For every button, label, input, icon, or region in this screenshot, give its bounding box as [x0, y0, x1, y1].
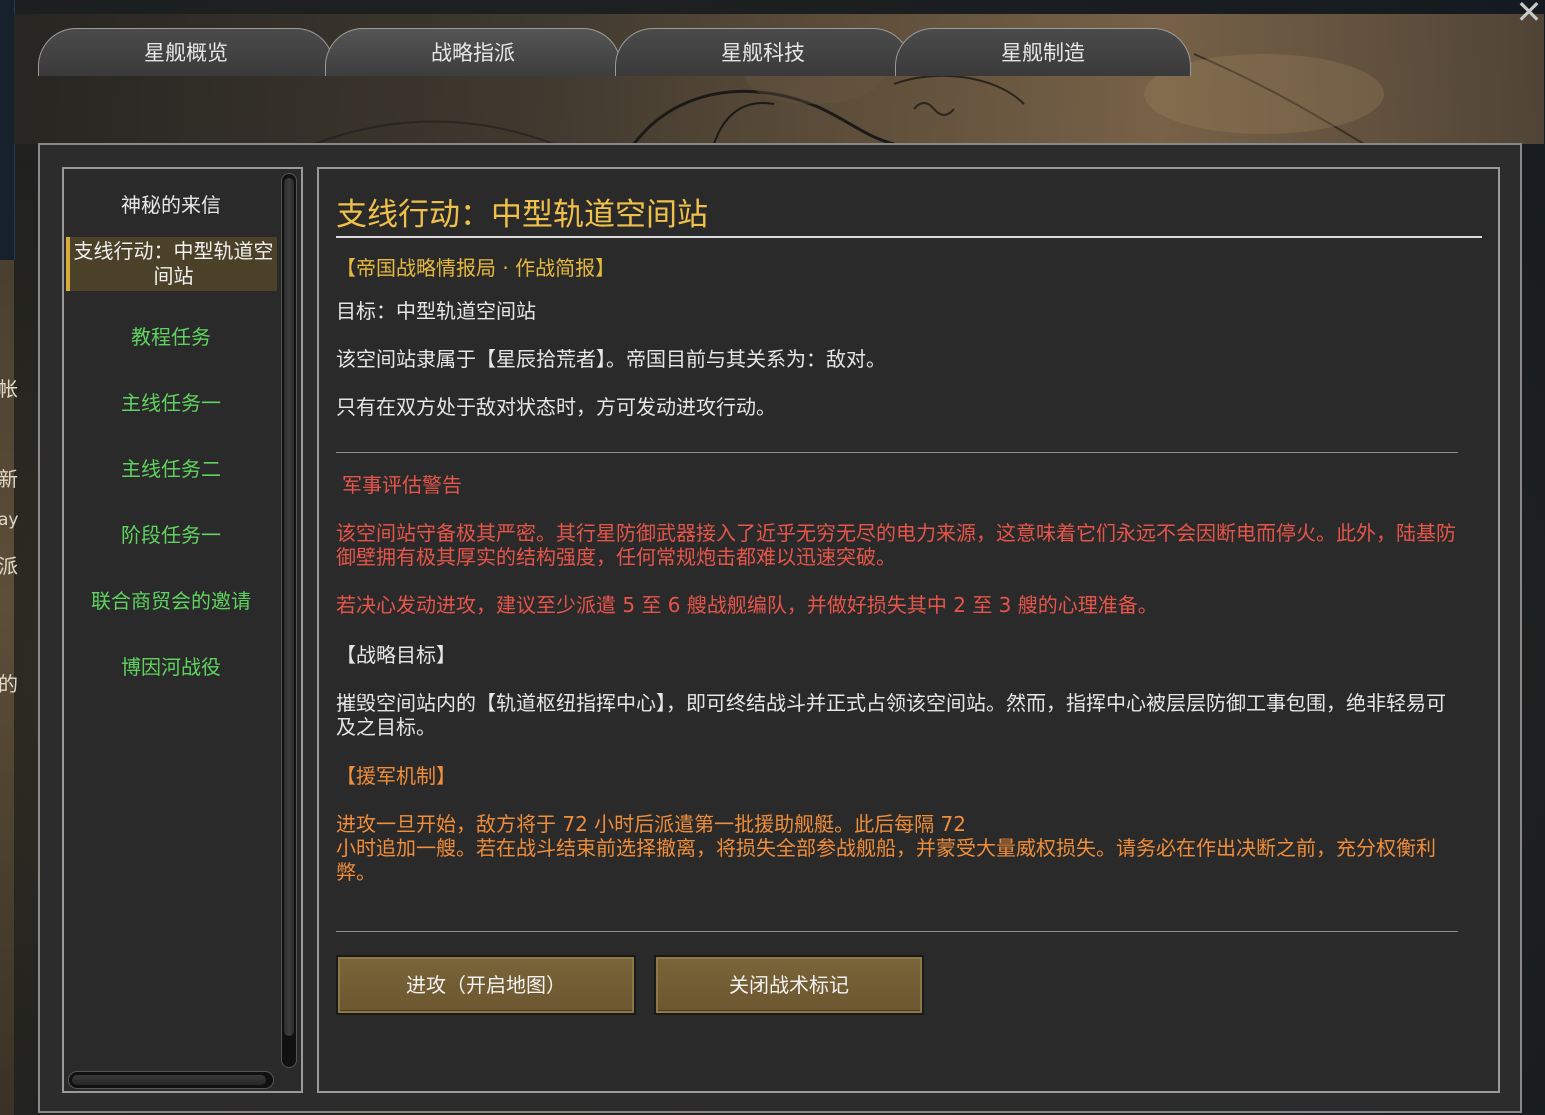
mission-detail-panel: 支线行动：中型轨道空间站 【帝国战略情报局 · 作战简报】 目标：中型轨道空间站… [317, 167, 1500, 1093]
warning-header: 军事评估警告 [342, 473, 462, 497]
background-glyph: 派 [0, 554, 18, 578]
attack-open-map-button[interactable]: 进攻（开启地图） [336, 955, 636, 1015]
mission-list-horizontal-scrollbar[interactable] [68, 1071, 274, 1089]
mission-item-stage-1[interactable]: 阶段任务一 [66, 519, 276, 548]
attack-recommendation: 若决心发动进攻，建议至少派遣 5 至 6 艘战舰编队，并做好损失其中 2 至 3… [336, 593, 1158, 617]
reinforcement-line-1: 进攻一旦开始，敌方将于 72 小时后派遣第一批援助舰艇。此后每隔 72 [336, 812, 966, 836]
mission-target: 目标：中型轨道空间站 [336, 299, 536, 323]
tab-starship-overview[interactable]: 星舰概览 [38, 28, 334, 76]
reinforcement-line-2: 小时追加一艘。若在战斗结束前选择撤离，将损失全部参战舰船，并蒙受大量威权损失。请… [336, 836, 1436, 884]
mission-list: 神秘的来信 支线行动：中型轨道空间站 教程任务 主线任务一 主线任务二 阶段任务… [62, 167, 303, 1093]
game-screen: 帐 新 ay 派 的 ✕ 星舰概览 战略指派 星舰科技 星舰制造 神秘的来信 支… [0, 0, 1545, 1115]
reinforcement-header: 【援军机制】 [336, 764, 456, 788]
close-icon[interactable]: ✕ [1513, 0, 1545, 28]
mission-item-tutorial[interactable]: 教程任务 [66, 321, 276, 350]
tab-starship-tech[interactable]: 星舰科技 [615, 28, 911, 76]
background-glyph: 新 [0, 467, 18, 491]
section-divider [336, 931, 1458, 932]
warning-text: 该空间站守备极其严密。其行星防御武器接入了近乎无穷无尽的电力来源，这意味着它们永… [336, 521, 1456, 569]
close-tactical-markers-button[interactable]: 关闭战术标记 [654, 955, 924, 1015]
briefing-header: 【帝国战略情报局 · 作战简报】 [336, 256, 616, 280]
background-glyph: ay [0, 510, 19, 530]
background-edge-top [0, 0, 15, 260]
background-glyph: 帐 [0, 377, 18, 401]
mission-item-mysterious-letter[interactable]: 神秘的来信 [66, 189, 276, 218]
mission-title: 支线行动：中型轨道空间站 [336, 197, 708, 233]
objective-header: 【战略目标】 [336, 643, 456, 667]
mission-item-main-2[interactable]: 主线任务二 [66, 453, 276, 482]
mission-item-main-1[interactable]: 主线任务一 [66, 387, 276, 416]
mission-list-vertical-scrollbar[interactable] [281, 173, 297, 1068]
mission-item-boyne-campaign[interactable]: 博因河战役 [66, 651, 276, 680]
background-art-strip: 帐 新 ay 派 的 [0, 260, 18, 1115]
title-divider [336, 236, 1482, 238]
tab-strategic-assignment[interactable]: 战略指派 [325, 28, 621, 76]
station-affiliation: 该空间站隶属于【星辰拾荒者】。帝国目前与其关系为：敌对。 [336, 347, 886, 371]
tab-bar: 星舰概览 战略指派 星舰科技 星舰制造 [38, 28, 1198, 78]
attack-condition: 只有在双方处于敌对状态时，方可发动进攻行动。 [336, 395, 776, 419]
horizontal-scroll-thumb[interactable] [72, 1075, 266, 1085]
section-divider [336, 452, 1458, 453]
assignment-window: 神秘的来信 支线行动：中型轨道空间站 教程任务 主线任务一 主线任务二 阶段任务… [38, 143, 1522, 1113]
mission-item-trade-invitation[interactable]: 联合商贸会的邀请 [66, 585, 276, 614]
tab-starship-manufacturing[interactable]: 星舰制造 [895, 28, 1191, 76]
background-glyph: 的 [0, 672, 18, 696]
vertical-scroll-thumb[interactable] [284, 178, 294, 1036]
objective-text: 摧毁空间站内的【轨道枢纽指挥中心】，即可终结战斗并正式占领该空间站。然而，指挥中… [336, 691, 1446, 739]
mission-item-orbital-station[interactable]: 支线行动：中型轨道空间站 [66, 237, 277, 291]
